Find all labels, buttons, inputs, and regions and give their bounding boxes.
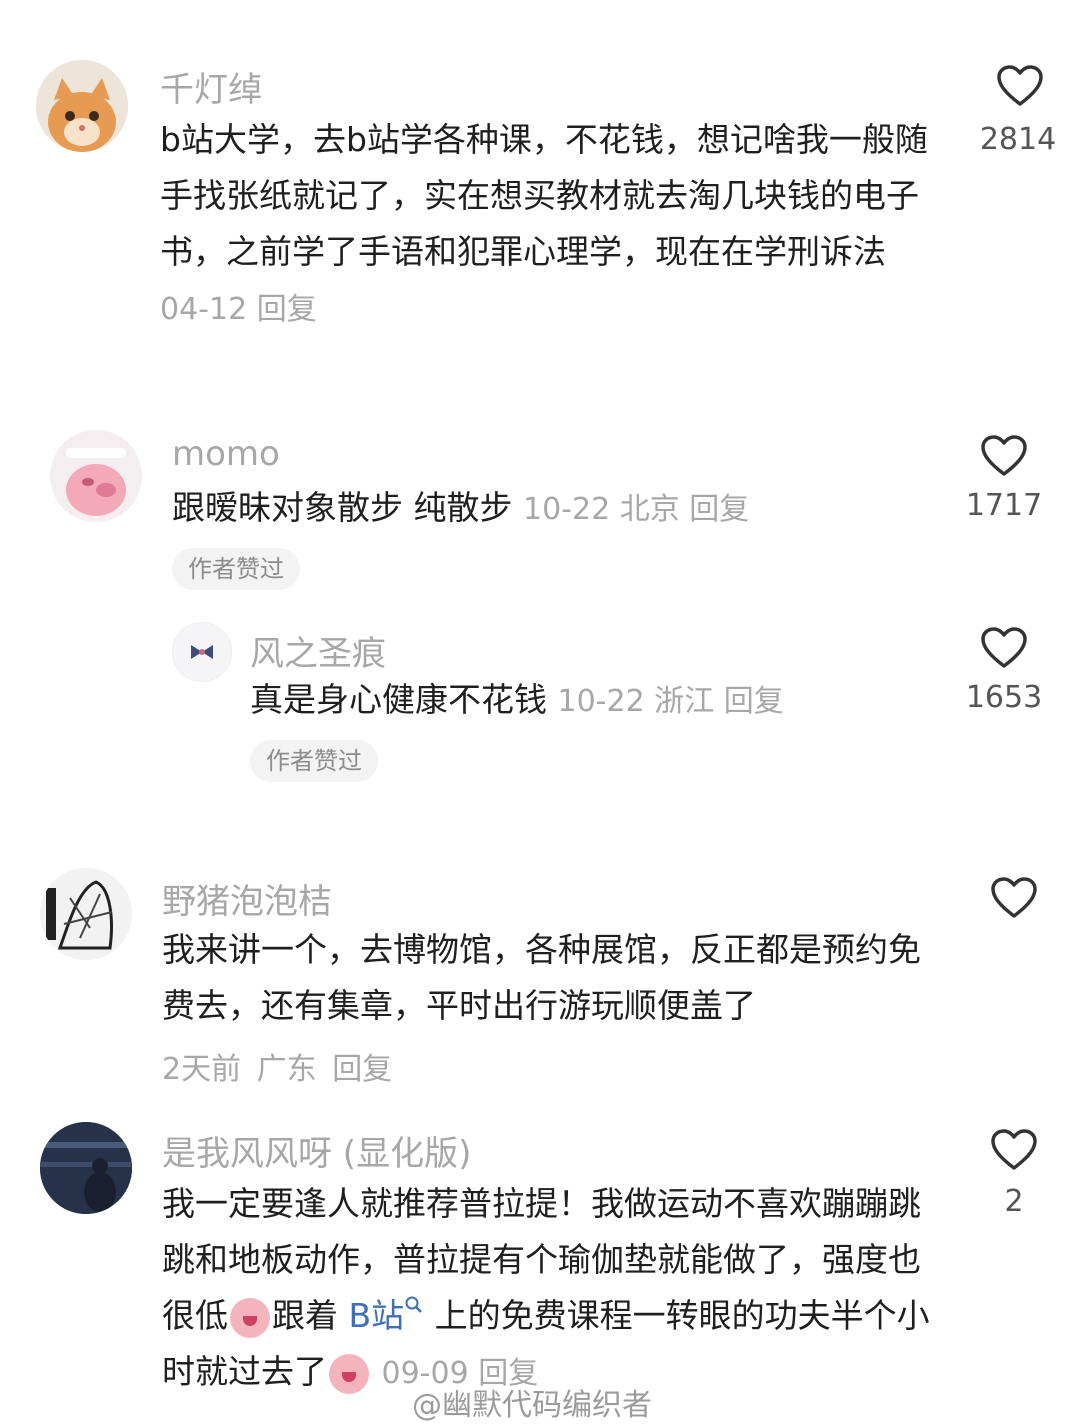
reply-body: 真是身心健康不花钱	[250, 680, 547, 719]
avatar[interactable]	[40, 868, 132, 960]
comment-text: 跟暧昧对象散步 纯散步 10-22 北京 回复	[172, 480, 952, 538]
comment-date: 04-12	[160, 292, 248, 327]
author-liked-badge: 作者赞过	[250, 740, 378, 782]
emoji-icon	[230, 1297, 270, 1338]
cat-avatar-image	[36, 60, 128, 152]
comment-meta: 10-22 北京 回复	[523, 492, 749, 527]
author-liked-badge: 作者赞过	[172, 548, 300, 590]
comment-username[interactable]: 千灯绰	[160, 62, 262, 111]
comment-body: b站大学，去b站学各种课，不花钱，想记啥我一般随手找张纸就记了，实在想买教材就去…	[160, 120, 928, 271]
watermark: @幽默代码编织者	[412, 1388, 652, 1423]
reply-button[interactable]: 回复	[689, 492, 749, 527]
sketch-avatar-image	[40, 868, 132, 960]
reply-username[interactable]: 风之圣痕	[250, 626, 386, 675]
reply-text: 真是身心健康不花钱 10-22 浙江 回复	[250, 672, 950, 730]
comment-username[interactable]: momo	[172, 434, 280, 474]
pink-character-avatar-image	[50, 430, 142, 522]
reply-button[interactable]: 回复	[724, 684, 784, 719]
link-text[interactable]: B站	[349, 1296, 405, 1335]
bow-avatar-image	[173, 623, 231, 681]
comment-username[interactable]: 野猪泡泡桔	[162, 874, 332, 923]
comment-date: 10-22	[523, 492, 611, 527]
comment-text: 我一定要逢人就推荐普拉提！我做运动不喜欢蹦蹦跳跳和地板动作，普拉提有个瑜伽垫就能…	[162, 1176, 932, 1402]
reply-date: 10-22	[557, 684, 645, 719]
heart-icon[interactable]	[990, 876, 1038, 920]
avatar[interactable]	[36, 60, 128, 152]
avatar[interactable]	[40, 1122, 132, 1214]
emoji-icon	[329, 1353, 369, 1394]
avatar[interactable]	[172, 622, 232, 682]
comment-meta: 2天前 广东 回复	[162, 1044, 392, 1088]
comment-text: b站大学，去b站学各种课，不花钱，想记啥我一般随手找张纸就记了，实在想买教材就去…	[160, 112, 950, 338]
heart-icon[interactable]	[980, 626, 1028, 670]
reply-location: 浙江	[654, 684, 715, 719]
reply-meta: 10-22 浙江 回复	[558, 684, 784, 719]
night-scene-avatar-image	[40, 1122, 132, 1214]
heart-icon[interactable]	[990, 1128, 1038, 1172]
like-count: 2	[1004, 1184, 1024, 1219]
like-count: 2814	[979, 122, 1057, 157]
like-count: 1717	[965, 488, 1043, 523]
reply-button[interactable]: 回复	[257, 292, 317, 327]
reply-button[interactable]: 回复	[332, 1052, 392, 1087]
comment-location: 北京	[619, 492, 680, 527]
comment-location: 广东	[256, 1052, 317, 1087]
comment-date: 2天前	[162, 1052, 242, 1087]
like-count: 1653	[965, 680, 1043, 715]
comment-text: 我来讲一个，去博物馆，各种展馆，反正都是预约免费去，还有集章，平时出行游玩顺便盖…	[162, 930, 921, 1025]
comment-username[interactable]: 是我风风呀 (显化版)	[162, 1126, 471, 1175]
avatar[interactable]	[50, 430, 142, 522]
heart-icon[interactable]	[996, 64, 1044, 108]
comment-body: 跟暧昧对象散步 纯散步	[172, 488, 513, 527]
comment-meta: 04-12 回复	[160, 292, 317, 327]
bilibili-link[interactable]: B站	[349, 1296, 425, 1335]
search-icon[interactable]	[404, 1295, 424, 1315]
heart-icon[interactable]	[980, 434, 1028, 478]
comment-body-2: 跟着	[272, 1296, 349, 1335]
